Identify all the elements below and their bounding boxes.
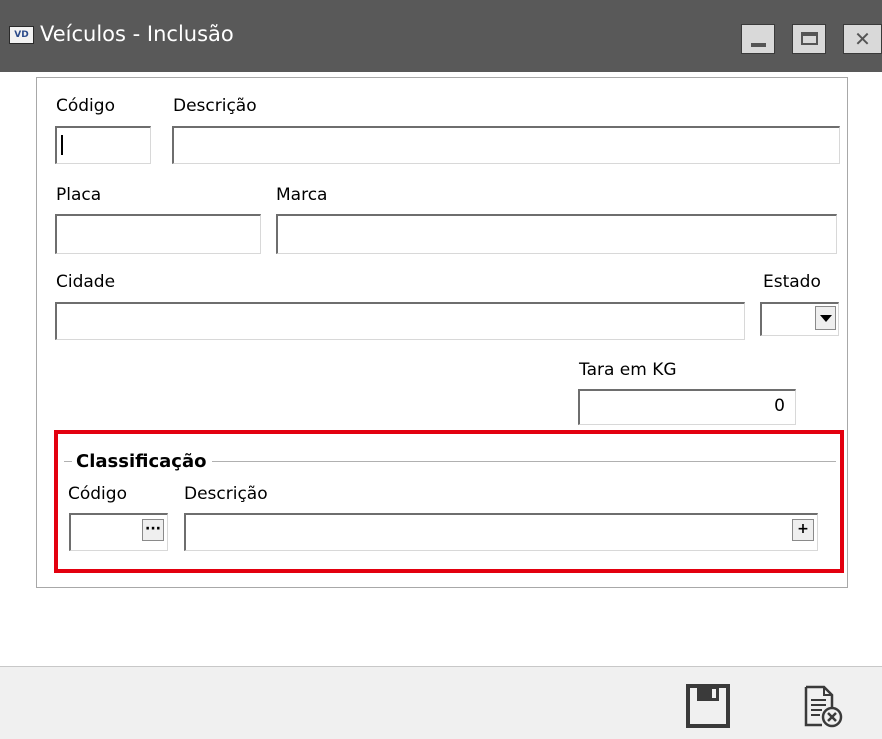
tara-label: Tara em KG: [579, 360, 677, 380]
maximize-button[interactable]: [792, 24, 826, 54]
estado-label: Estado: [763, 272, 821, 292]
save-button[interactable]: [686, 684, 730, 728]
highlight-box: [54, 430, 844, 573]
close-button[interactable]: ✕: [843, 24, 882, 54]
footer-bar: [0, 666, 882, 739]
chevron-down-icon: [820, 315, 832, 322]
codigo-label: Código: [56, 96, 115, 116]
cidade-input[interactable]: [55, 302, 745, 340]
placa-input[interactable]: [55, 214, 261, 254]
tara-value: 0: [774, 396, 785, 416]
app-icon: VD: [9, 26, 34, 44]
cancel-document-icon: [804, 685, 843, 728]
estado-select[interactable]: [760, 302, 839, 336]
tara-input[interactable]: 0: [578, 389, 796, 425]
text-caret: [61, 135, 63, 155]
cidade-label: Cidade: [56, 272, 116, 292]
minimize-icon: [751, 43, 766, 47]
marca-label: Marca: [276, 185, 328, 205]
save-icon: [686, 684, 730, 728]
descricao-input[interactable]: [172, 126, 840, 164]
estado-dropdown-button[interactable]: [815, 306, 836, 330]
maximize-icon: [801, 32, 818, 45]
minimize-button[interactable]: [741, 24, 775, 54]
window-title: Veículos - Inclusão: [40, 22, 234, 46]
marca-input[interactable]: [276, 214, 837, 254]
codigo-input[interactable]: [55, 126, 151, 164]
descricao-label: Descrição: [173, 96, 257, 116]
cancel-button[interactable]: [800, 684, 844, 728]
close-icon: ✕: [854, 27, 871, 51]
title-bar: VD Veículos - Inclusão ✕: [0, 0, 882, 72]
placa-label: Placa: [56, 185, 102, 205]
